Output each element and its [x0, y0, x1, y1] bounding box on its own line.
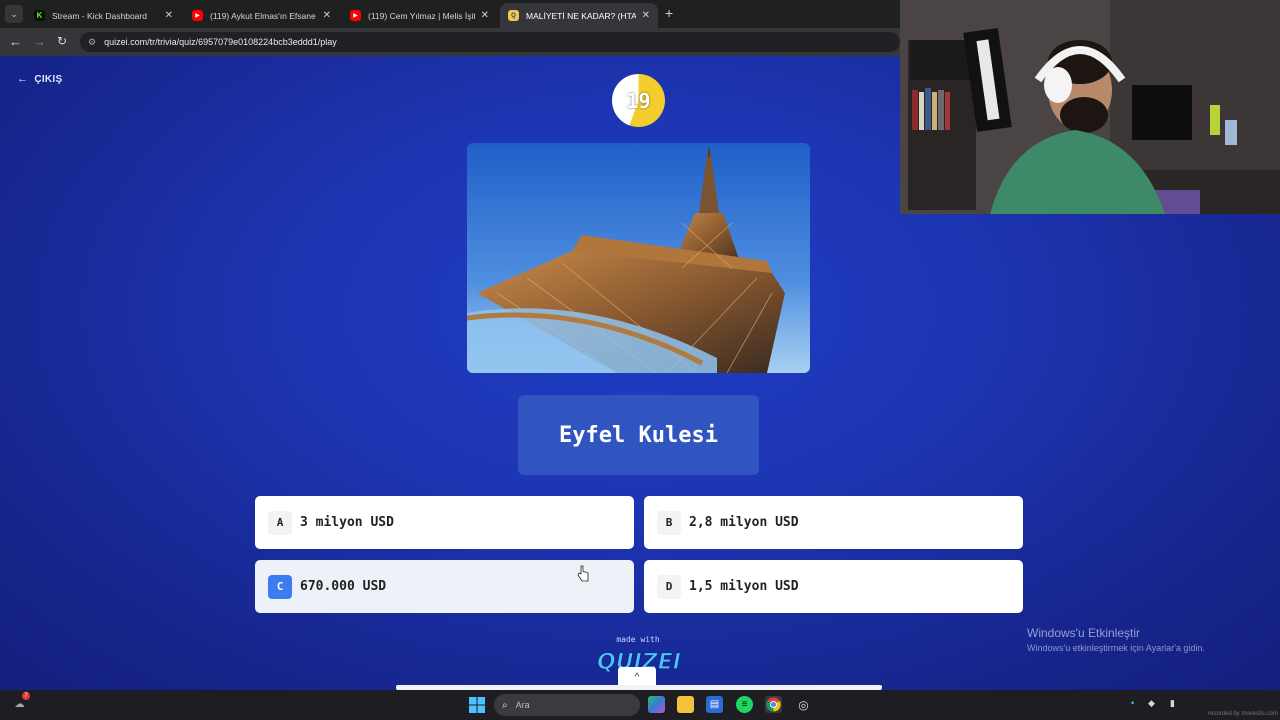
- reload-icon[interactable]: ↻: [57, 34, 67, 48]
- spotify-icon[interactable]: ≡: [736, 696, 753, 713]
- arrow-left-icon: ←: [17, 73, 29, 85]
- made-with-label: made with: [616, 635, 660, 644]
- exit-button[interactable]: ← ÇIKIŞ: [17, 73, 62, 85]
- tab-title: (119) Aykut Elmas'ın Efsane Eski: [210, 10, 317, 21]
- timer-value: 19: [626, 88, 651, 113]
- quizei-icon: Q: [508, 10, 519, 21]
- question-image: [467, 143, 810, 373]
- search-placeholder: Ara: [515, 700, 530, 710]
- network-indicator-icon[interactable]: •: [1131, 698, 1134, 708]
- tab-title: (119) Cem Yılmaz | Melis İşiten: [368, 10, 475, 21]
- forward-icon[interactable]: →: [33, 34, 46, 49]
- recorded-by-watermark: recorded by moveslis.com: [1208, 711, 1278, 717]
- answer-text: 2,8 milyon USD: [689, 515, 799, 530]
- close-tab-icon[interactable]: ✕: [165, 10, 173, 21]
- tab-youtube-aykut[interactable]: ▶ (119) Aykut Elmas'ın Efsane Eski ✕: [184, 3, 339, 28]
- exit-label: ÇIKIŞ: [34, 73, 63, 85]
- address-bar[interactable]: ⚙ quizei.com/tr/trivia/quiz/6957079e0108…: [80, 32, 900, 52]
- question-text: Eyfel Kulesi: [518, 395, 759, 475]
- notification-badge: 7: [22, 692, 30, 700]
- answer-letter: A: [268, 510, 292, 535]
- windows-taskbar: ☁ ⌕ Ara ▤ ≡ ◎ • ◆ ▮: [0, 690, 1280, 720]
- chrome-logo-icon: [766, 697, 781, 712]
- obs-icon[interactable]: ◎: [795, 696, 812, 713]
- webcam-overlay: [900, 0, 1280, 214]
- eiffel-tower-photo: [467, 143, 810, 373]
- chevron-up-icon[interactable]: ^: [618, 667, 656, 687]
- taskbar-search[interactable]: ⌕ Ara: [494, 694, 640, 716]
- answer-option-b[interactable]: B 2,8 milyon USD: [644, 496, 1023, 549]
- answer-option-a[interactable]: A 3 milyon USD: [255, 496, 634, 549]
- youtube-icon: ▶: [350, 10, 361, 21]
- close-tab-icon[interactable]: ✕: [642, 10, 650, 21]
- kick-logo-icon: K: [34, 10, 45, 21]
- answer-option-d[interactable]: D 1,5 milyon USD: [644, 560, 1023, 613]
- youtube-icon: ▶: [192, 10, 203, 21]
- windows-activation-subtitle: Windows'u etkinleştirmek için Ayarlar'a …: [1027, 643, 1205, 653]
- tab-quizei-active[interactable]: Q MALİYETİ NE KADAR? (HTALKS ✕: [500, 3, 658, 28]
- tab-search-button[interactable]: ⌄: [5, 5, 23, 23]
- tab-title: MALİYETİ NE KADAR? (HTALKS: [526, 10, 636, 21]
- windows-logo-icon: [468, 696, 485, 713]
- tab-kick-dashboard[interactable]: K Stream - Kick Dashboard ✕: [26, 3, 181, 28]
- url-text: quizei.com/tr/trivia/quiz/6957079e010822…: [104, 37, 337, 47]
- webcam-feed: [900, 0, 1280, 214]
- countdown-timer: 19: [612, 74, 665, 127]
- microphone-icon[interactable]: ▮: [1170, 698, 1175, 709]
- back-icon[interactable]: ←: [9, 34, 22, 49]
- wifi-icon[interactable]: ◆: [1148, 698, 1155, 709]
- answer-text: 3 milyon USD: [300, 515, 394, 530]
- windows-activation-title: Windows'u Etkinleştir: [1027, 626, 1140, 640]
- tab-title: Stream - Kick Dashboard: [52, 10, 147, 21]
- file-explorer-icon[interactable]: [677, 696, 694, 713]
- chrome-icon[interactable]: [765, 696, 782, 713]
- new-tab-icon[interactable]: +: [665, 5, 673, 21]
- start-button[interactable]: [468, 696, 485, 713]
- site-info-icon[interactable]: ⚙: [88, 37, 96, 48]
- answer-text: 670.000 USD: [300, 579, 387, 594]
- hand-cursor-icon: [577, 565, 589, 582]
- answer-text: 1,5 milyon USD: [689, 579, 799, 594]
- tab-youtube-cem[interactable]: ▶ (119) Cem Yılmaz | Melis İşiten ✕: [342, 3, 497, 28]
- copilot-icon[interactable]: [648, 696, 665, 713]
- store-icon[interactable]: ▤: [706, 696, 723, 713]
- answer-letter: B: [657, 510, 681, 535]
- close-tab-icon[interactable]: ✕: [323, 10, 331, 21]
- search-icon: ⌕: [502, 699, 508, 711]
- answer-letter: D: [657, 574, 681, 599]
- close-tab-icon[interactable]: ✕: [481, 10, 489, 21]
- answer-letter-selected: C: [268, 574, 292, 599]
